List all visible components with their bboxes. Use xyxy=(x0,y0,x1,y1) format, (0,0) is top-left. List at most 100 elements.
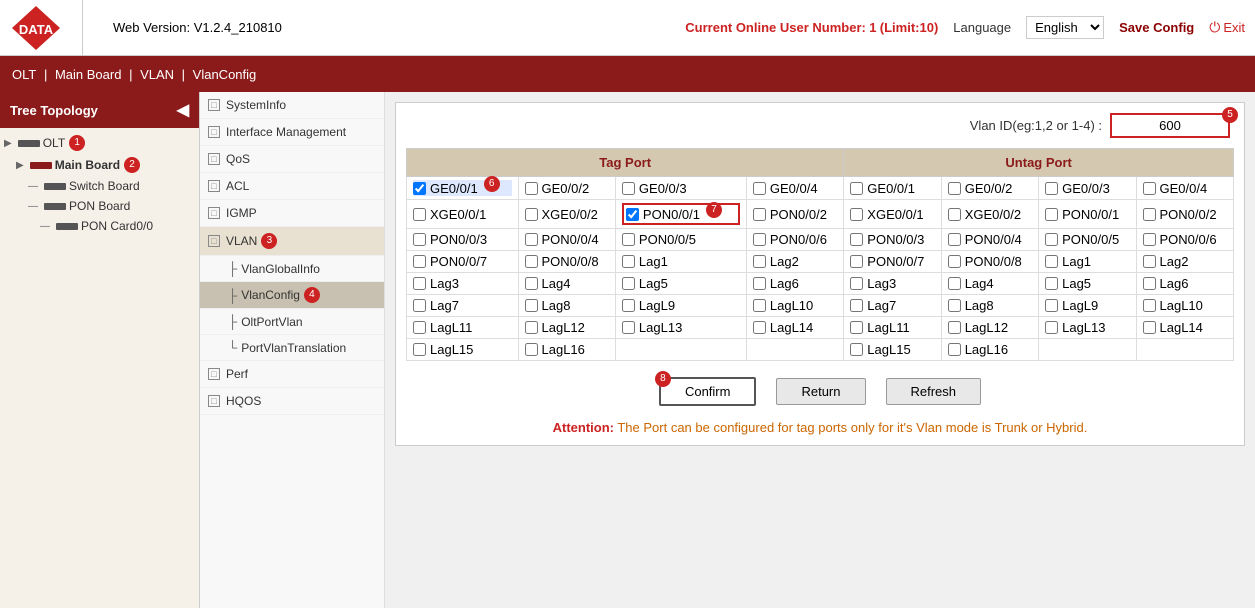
untag-lag5-cb[interactable] xyxy=(1045,277,1058,290)
untag-lagl16-cb[interactable] xyxy=(948,343,961,356)
tag-lagl10-cb[interactable] xyxy=(753,299,766,312)
port-table-wrapper: Tag Port Untag Port GE0/0/1 6 xyxy=(406,148,1234,361)
tag-lagl13-cb[interactable] xyxy=(622,321,635,334)
tag-ge002-cb[interactable] xyxy=(525,182,538,195)
untag-pon001-cb[interactable] xyxy=(1045,208,1058,221)
tag-pon003-cb[interactable] xyxy=(413,233,426,246)
untag-port-cell: PON0/0/2 xyxy=(1136,200,1233,229)
untag-pon002-cb[interactable] xyxy=(1143,208,1156,221)
menu-system-info[interactable]: □ SystemInfo xyxy=(200,92,384,119)
untag-ge004-cb[interactable] xyxy=(1143,182,1156,195)
exit-button[interactable]: ⏻ Exit xyxy=(1209,19,1245,36)
untag-lagl9-cb[interactable] xyxy=(1045,299,1058,312)
untag-xge002-cb[interactable] xyxy=(948,208,961,221)
sidebar-item-olt[interactable]: ▶ OLT 1 xyxy=(0,132,199,154)
refresh-button[interactable]: Refresh xyxy=(886,378,982,405)
untag-pon003-cb[interactable] xyxy=(850,233,863,246)
menu-interface-mgmt[interactable]: □ Interface Management xyxy=(200,119,384,146)
untag-lagl15-cb[interactable] xyxy=(850,343,863,356)
tag-pon006-cb[interactable] xyxy=(753,233,766,246)
tag-pon002-cb[interactable] xyxy=(753,208,766,221)
confirm-button[interactable]: Confirm xyxy=(659,377,757,406)
submenu-olt-port-vlan[interactable]: ├ OltPortVlan xyxy=(200,309,384,335)
menu-label-interface: Interface Management xyxy=(226,125,346,139)
sidebar-item-pon-board[interactable]: — PON Board xyxy=(0,196,199,216)
untag-ge002-cb[interactable] xyxy=(948,182,961,195)
untag-pon007-cb[interactable] xyxy=(850,255,863,268)
tag-ge001-cell: GE0/0/1 6 xyxy=(413,180,512,196)
save-config-link[interactable]: Save Config xyxy=(1119,20,1194,35)
menu-icon-hqos: □ xyxy=(208,395,220,407)
tag-ge003-cb[interactable] xyxy=(622,182,635,195)
tag-lag5-cb[interactable] xyxy=(622,277,635,290)
untag-lag8-cb[interactable] xyxy=(948,299,961,312)
online-info: Current Online User Number: 1 (Limit:10) xyxy=(685,20,938,35)
menu-hqos[interactable]: □ HQOS xyxy=(200,388,384,415)
tag-lagl9-cb[interactable] xyxy=(622,299,635,312)
tag-pon005-cb[interactable] xyxy=(622,233,635,246)
submenu-vlan-config[interactable]: ├ VlanConfig 4 xyxy=(200,282,384,309)
dash-icon-sb: — xyxy=(28,181,38,192)
untag-lagl10-cb[interactable] xyxy=(1143,299,1156,312)
tag-lagl14-cb[interactable] xyxy=(753,321,766,334)
untag-lag3-cb[interactable] xyxy=(850,277,863,290)
tag-lagl15-cb[interactable] xyxy=(413,343,426,356)
tag-pon007-cb[interactable] xyxy=(413,255,426,268)
tag-port-cell: GE0/0/3 xyxy=(615,177,746,200)
vlan-id-input[interactable] xyxy=(1110,113,1230,138)
expand-icon-mb: ▶ xyxy=(16,160,24,171)
menu-vlan[interactable]: □ VLAN 3 xyxy=(200,227,384,256)
attention-text: The Port can be configured for tag ports… xyxy=(617,420,1087,435)
menu-qos[interactable]: □ QoS xyxy=(200,146,384,173)
untag-lag7-cb[interactable] xyxy=(850,299,863,312)
untag-lagl12-cb[interactable] xyxy=(948,321,961,334)
untag-pon006-cb[interactable] xyxy=(1143,233,1156,246)
untag-lag6-cb[interactable] xyxy=(1143,277,1156,290)
menu-icon-perf: □ xyxy=(208,368,220,380)
tag-lag2-cb[interactable] xyxy=(753,255,766,268)
submenu-vlan-global[interactable]: ├ VlanGlobalInfo xyxy=(200,256,384,282)
tag-lag3-cb[interactable] xyxy=(413,277,426,290)
tag-lagl12-cb[interactable] xyxy=(525,321,538,334)
untag-lagl14-cb[interactable] xyxy=(1143,321,1156,334)
sidebar-item-pon-card[interactable]: — PON Card0/0 xyxy=(0,216,199,236)
sidebar-item-switch-board[interactable]: — Switch Board xyxy=(0,176,199,196)
tag-pon001-cb[interactable] xyxy=(626,208,639,221)
tag-lag8-cb[interactable] xyxy=(525,299,538,312)
tag-lagl16-cb[interactable] xyxy=(525,343,538,356)
untag-pon005-cb[interactable] xyxy=(1045,233,1058,246)
untag-ge001-cb[interactable] xyxy=(850,182,863,195)
tag-ge001-checkbox[interactable] xyxy=(413,182,426,195)
tree-branch-icon4: └ xyxy=(228,340,237,355)
tag-lag4-cb[interactable] xyxy=(525,277,538,290)
return-button[interactable]: Return xyxy=(776,378,865,405)
tag-lag7-cb[interactable] xyxy=(413,299,426,312)
menu-acl[interactable]: □ ACL xyxy=(200,173,384,200)
sidebar-item-main-board[interactable]: ▶ Main Board 2 xyxy=(0,154,199,176)
untag-pon008-cb[interactable] xyxy=(948,255,961,268)
untag-xge001-cb[interactable] xyxy=(850,208,863,221)
untag-pon004-cb[interactable] xyxy=(948,233,961,246)
untag-lag4-cb[interactable] xyxy=(948,277,961,290)
untag-lag1-cb[interactable] xyxy=(1045,255,1058,268)
tag-xge001-cb[interactable] xyxy=(413,208,426,221)
tag-pon004-cb[interactable] xyxy=(525,233,538,246)
tag-pon008-cb[interactable] xyxy=(525,255,538,268)
tag-xge002-cb[interactable] xyxy=(525,208,538,221)
menu-igmp[interactable]: □ IGMP xyxy=(200,200,384,227)
submenu-port-vlan-trans[interactable]: └ PortVlanTranslation xyxy=(200,335,384,361)
tag-ge004-cb[interactable] xyxy=(753,182,766,195)
untag-lagl13-cb[interactable] xyxy=(1045,321,1058,334)
tag-lagl11-cb[interactable] xyxy=(413,321,426,334)
tag-lag1-cb[interactable] xyxy=(622,255,635,268)
menu-perf[interactable]: □ Perf xyxy=(200,361,384,388)
tag-lag6-cb[interactable] xyxy=(753,277,766,290)
badge-5: 5 xyxy=(1222,107,1238,123)
logo: DATA xyxy=(10,4,62,52)
sidebar-toggle-icon[interactable]: ◀ xyxy=(177,100,189,120)
untag-ge003-cb[interactable] xyxy=(1045,182,1058,195)
sidebar-header[interactable]: Tree Topology ◀ xyxy=(0,92,199,128)
untag-lagl11-cb[interactable] xyxy=(850,321,863,334)
language-select[interactable]: English Chinese xyxy=(1026,16,1104,39)
untag-lag2-cb[interactable] xyxy=(1143,255,1156,268)
